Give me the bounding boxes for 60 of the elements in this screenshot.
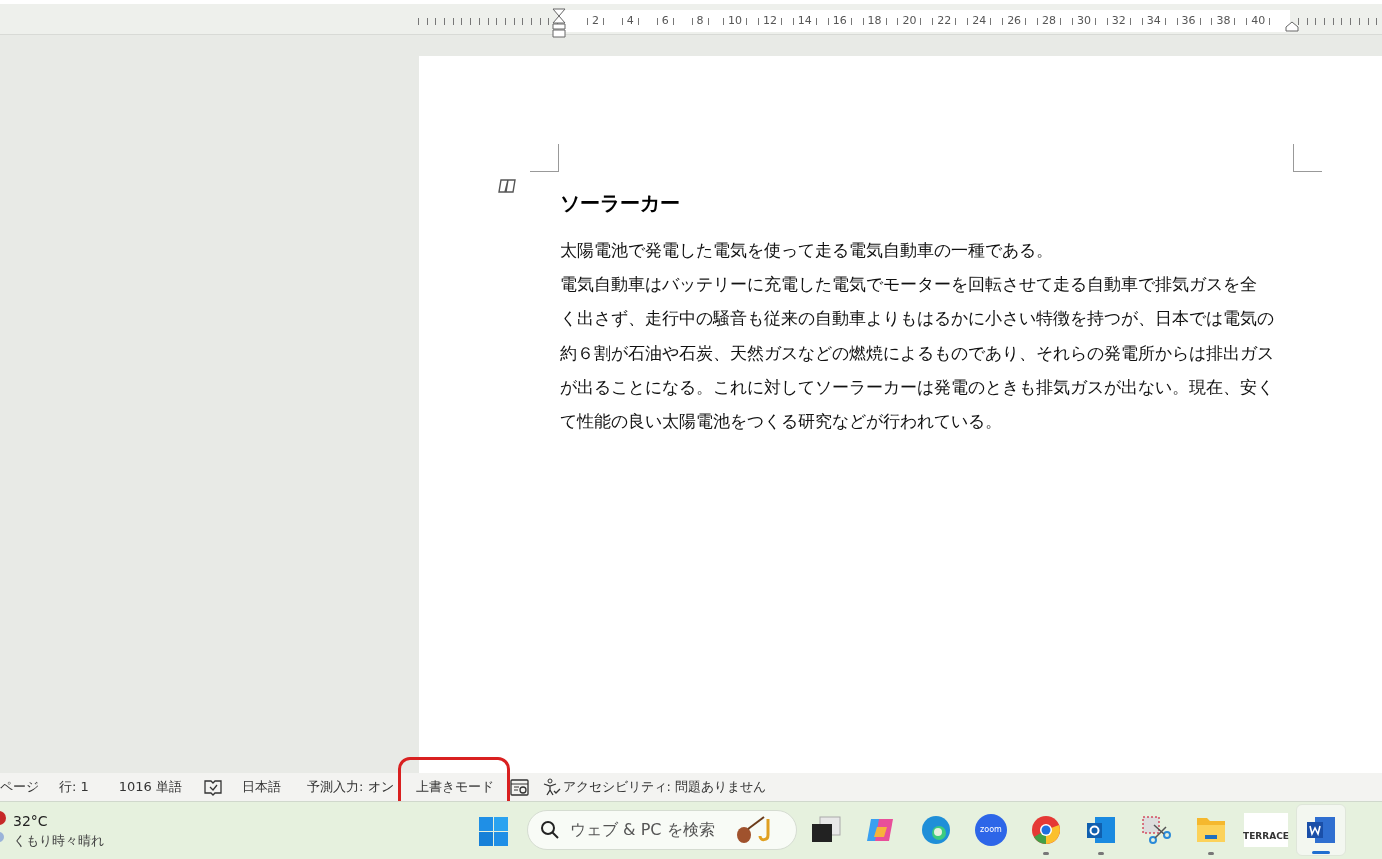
book-check-icon[interactable] — [204, 778, 222, 796]
margin-corner-mark — [1293, 144, 1322, 172]
search-icon — [540, 820, 560, 840]
scissors-icon — [1140, 815, 1172, 845]
ruler-number: 10 — [728, 12, 742, 29]
status-bar-item[interactable]: ページ — [0, 777, 43, 797]
ruler-number: 4 — [626, 12, 634, 29]
temperature[interactable]: 32°C — [13, 811, 48, 832]
ruler-number: 40 — [1251, 12, 1266, 29]
focus-mode-icon[interactable] — [509, 778, 529, 796]
task-view-icon — [810, 816, 842, 844]
folder-icon — [1195, 816, 1227, 844]
taskbar-app[interactable] — [1296, 804, 1346, 856]
ruler-number: 34 — [1146, 12, 1161, 29]
status-bar-item[interactable]: 1016 単語 — [114, 777, 186, 797]
status-bar-item[interactable]: 行: 1 — [55, 777, 93, 797]
browser-icon — [1030, 814, 1062, 846]
search-field[interactable]: ウェブ & PC を検索 — [527, 810, 797, 850]
status-bar-item[interactable]: 予測入力: オン — [303, 777, 398, 797]
right-indent-marker-icon[interactable] — [1285, 21, 1299, 32]
ruler-number: 32 — [1111, 12, 1126, 29]
ruler-number: 18 — [867, 12, 882, 29]
indent-marker-icon[interactable] — [552, 8, 566, 38]
taskbar-app[interactable]: TERRACE — [1241, 804, 1291, 856]
status-bar-item[interactable]: 上書きモード — [411, 777, 498, 797]
search-input[interactable]: ウェブ & PC を検索 — [570, 818, 730, 842]
ruler-number: 26 — [1007, 12, 1022, 29]
taskbar-app[interactable]: zoom — [966, 804, 1016, 856]
document-heading: ソーラーカー — [560, 190, 681, 217]
ruler-number: 30 — [1076, 12, 1091, 29]
ruler-number: 28 — [1042, 12, 1056, 29]
ruler-number: 36 — [1181, 12, 1196, 29]
body-text-line: が出ることになる。これに対してソーラーカーは発電のときも排気ガスが出ない。現在、安く — [560, 375, 1275, 399]
ruler-number: 20 — [902, 12, 917, 29]
status-bar-item[interactable]: 日本語 — [238, 777, 285, 797]
ruler-number: 6 — [661, 12, 669, 29]
ruler-number: 8 — [696, 12, 704, 29]
word-processor-icon — [1305, 815, 1337, 845]
body-text-line: 太陽電池で発電した電気を使って走る電気自動車の一種である。 — [560, 239, 1054, 262]
browser-icon — [920, 814, 952, 846]
ruler-number: 2 — [591, 12, 599, 29]
ruler-number: 12 — [762, 12, 777, 29]
accessibility-icon — [542, 778, 561, 796]
copilot-icon[interactable] — [498, 177, 518, 195]
ruler-number: 14 — [797, 12, 812, 29]
mail-icon — [1085, 815, 1117, 845]
body-text-line: て性能の良い太陽電池をつくる研究などが行われている。 — [560, 410, 1003, 433]
margin-corner-mark — [530, 144, 559, 172]
body-text-line: く出さず、走行中の騒音も従来の自動車よりもはるかに小さい特徴を持つが、日本では電気の — [560, 307, 1275, 331]
ruler-number: 16 — [832, 12, 847, 29]
ruler-number: 38 — [1216, 12, 1231, 29]
start-icon[interactable] — [479, 817, 508, 846]
accessibility-status[interactable]: アクセシビリティ: 問題ありません — [562, 777, 767, 797]
ruler-number: 24 — [972, 12, 987, 29]
weather-condition[interactable]: くもり時々晴れ — [13, 831, 104, 851]
terrace-logo: TERRACE — [1244, 813, 1288, 847]
body-text-line: 電気自動車はバッテリーに充電した電気でモーターを回転させて走る自動車で排気ガスを全 — [560, 273, 1258, 297]
zoom-logo: zoom — [975, 814, 1007, 846]
body-text-line: 約６割が石油や石炭、天然ガスなどの燃焼によるものであり、それらの発電所からは排出ガス — [560, 341, 1275, 365]
ruler-number: 22 — [937, 12, 952, 29]
